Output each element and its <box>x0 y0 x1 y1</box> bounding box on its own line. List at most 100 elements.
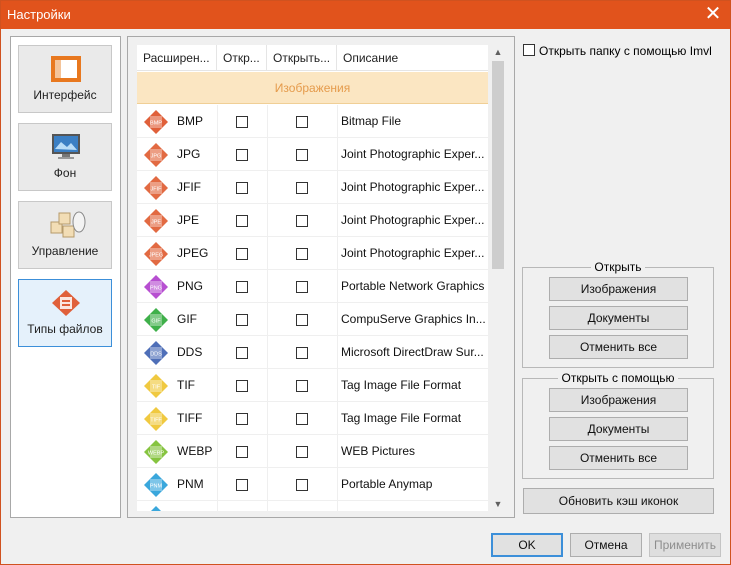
sidebar-item-background[interactable]: Фон <box>18 123 112 191</box>
sidebar-item-interface[interactable]: Интерфейс <box>18 45 112 113</box>
column-divider <box>337 204 338 237</box>
sidebar-item-file-types[interactable]: Типы файлов <box>18 279 112 347</box>
table-row[interactable]: JPG JPG Joint Photographic Exper... <box>137 138 488 171</box>
ok-button[interactable]: OK <box>491 533 563 557</box>
description-cell: Joint Photographic Exper... <box>341 246 485 260</box>
open-with-documents-button[interactable]: Документы <box>549 417 688 441</box>
open-with-checkbox[interactable] <box>296 446 308 458</box>
open-with-checkbox[interactable] <box>296 281 308 293</box>
open-with-checkbox[interactable] <box>296 215 308 227</box>
file-type-icon: GIF <box>144 308 168 332</box>
file-type-icon: JFIF <box>144 176 168 200</box>
table-header: Расширен... Откр... Открыть... Описание <box>137 45 488 71</box>
open-with-checkbox[interactable] <box>296 149 308 161</box>
column-header-extension[interactable]: Расширен... <box>137 45 217 71</box>
column-divider <box>267 468 268 501</box>
open-checkbox[interactable] <box>236 347 248 359</box>
file-type-badge: JFIF <box>151 187 163 193</box>
table-row[interactable]: PNG PNG Portable Network Graphics <box>137 270 488 303</box>
table-row[interactable]: TIFF TIFF Tag Image File Format <box>137 402 488 435</box>
open-with-checkbox[interactable] <box>296 116 308 128</box>
description-cell: Tag Image File Format <box>341 411 462 425</box>
column-divider <box>217 369 218 402</box>
column-divider <box>267 435 268 468</box>
column-divider <box>217 501 218 511</box>
scrollbar-thumb[interactable] <box>492 61 504 269</box>
group-row-images[interactable]: Изображения <box>137 72 488 104</box>
scroll-down-icon[interactable]: ▼ <box>490 497 506 511</box>
refresh-icon-cache-button[interactable]: Обновить кэш иконок <box>523 488 714 514</box>
scroll-up-icon[interactable]: ▲ <box>490 45 506 59</box>
table-row[interactable]: JPE JPE Joint Photographic Exper... <box>137 204 488 237</box>
extension-cell: TIFF <box>177 411 203 425</box>
file-type-badge: JPG <box>151 154 162 160</box>
table-row[interactable]: BMP BMP Bitmap File <box>137 105 488 138</box>
open-group-title: Открыть <box>591 260 645 274</box>
open-folder-checkbox[interactable] <box>523 44 535 56</box>
column-divider <box>267 501 268 511</box>
open-with-checkbox[interactable] <box>296 347 308 359</box>
extension-cell: JFIF <box>177 180 201 194</box>
file-type-icon: BMP <box>144 110 168 134</box>
open-checkbox[interactable] <box>236 215 248 227</box>
sidebar-item-controls[interactable]: Управление <box>18 201 112 269</box>
file-type-icon: TIFF <box>144 407 168 431</box>
open-images-button[interactable]: Изображения <box>549 277 688 301</box>
open-with-cancel-all-button[interactable]: Отменить все <box>549 446 688 470</box>
open-cancel-all-button[interactable]: Отменить все <box>549 335 688 359</box>
settings-window: Настройки ✕ Интерфейс Фон Управление Тип… <box>0 0 731 565</box>
vertical-scrollbar[interactable]: ▲ ▼ <box>490 45 506 511</box>
file-type-badge: TIFF <box>150 418 162 424</box>
open-with-checkbox[interactable] <box>296 248 308 260</box>
file-types-table: Расширен... Откр... Открыть... Описание … <box>137 45 488 511</box>
column-divider <box>217 435 218 468</box>
settings-sidebar: Интерфейс Фон Управление Типы файлов <box>10 36 121 518</box>
table-row[interactable]: DDS DDS Microsoft DirectDraw Sur... <box>137 336 488 369</box>
open-folder-label: Открыть папку с помощью Imvl <box>539 44 712 58</box>
table-row[interactable]: TIF TIF Tag Image File Format <box>137 369 488 402</box>
description-cell: Portable Network Graphics <box>341 279 485 293</box>
open-folder-option[interactable]: Открыть папку с помощью Imvl <box>523 43 723 61</box>
column-divider <box>217 303 218 336</box>
open-with-checkbox[interactable] <box>296 182 308 194</box>
table-row[interactable]: PNM PNM Portable Anymap <box>137 468 488 501</box>
open-with-checkbox[interactable] <box>296 479 308 491</box>
open-checkbox[interactable] <box>236 182 248 194</box>
file-type-icon: JPE <box>144 209 168 233</box>
table-row[interactable]: JPEG JPEG Joint Photographic Exper... <box>137 237 488 270</box>
open-checkbox[interactable] <box>236 248 248 260</box>
file-type-badge: BMP <box>150 121 162 127</box>
file-type-icon: PNM <box>144 473 168 497</box>
column-header-description[interactable]: Описание <box>337 45 488 71</box>
open-with-images-button[interactable]: Изображения <box>549 388 688 412</box>
open-with-checkbox[interactable] <box>296 314 308 326</box>
file-type-badge: JPE <box>151 220 161 226</box>
open-with-checkbox[interactable] <box>296 380 308 392</box>
apply-button[interactable]: Применить <box>649 533 721 557</box>
column-header-open-with[interactable]: Открыть... <box>267 45 337 71</box>
column-divider <box>217 468 218 501</box>
open-checkbox[interactable] <box>236 116 248 128</box>
cancel-button[interactable]: Отмена <box>570 533 642 557</box>
file-type-icon: JPG <box>144 143 168 167</box>
extension-cell: BMP <box>177 114 204 128</box>
open-checkbox[interactable] <box>236 314 248 326</box>
open-with-checkbox[interactable] <box>296 413 308 425</box>
column-header-open[interactable]: Откр... <box>217 45 267 71</box>
table-row[interactable]: WEBP WEBP WEB Pictures <box>137 435 488 468</box>
open-documents-button[interactable]: Документы <box>549 306 688 330</box>
close-icon[interactable]: ✕ <box>696 1 730 29</box>
open-checkbox[interactable] <box>236 380 248 392</box>
open-checkbox[interactable] <box>236 413 248 425</box>
table-row[interactable]: PPM PPM Portable Pixelmap <box>137 501 488 511</box>
open-checkbox[interactable] <box>236 149 248 161</box>
column-divider <box>267 171 268 204</box>
description-cell: Bitmap File <box>341 114 402 128</box>
table-row[interactable]: JFIF JFIF Joint Photographic Exper... <box>137 171 488 204</box>
open-checkbox[interactable] <box>236 446 248 458</box>
file-type-icon: DDS <box>144 341 168 365</box>
open-checkbox[interactable] <box>236 479 248 491</box>
table-row[interactable]: GIF GIF CompuServe Graphics In... <box>137 303 488 336</box>
column-divider <box>217 105 218 138</box>
open-checkbox[interactable] <box>236 281 248 293</box>
